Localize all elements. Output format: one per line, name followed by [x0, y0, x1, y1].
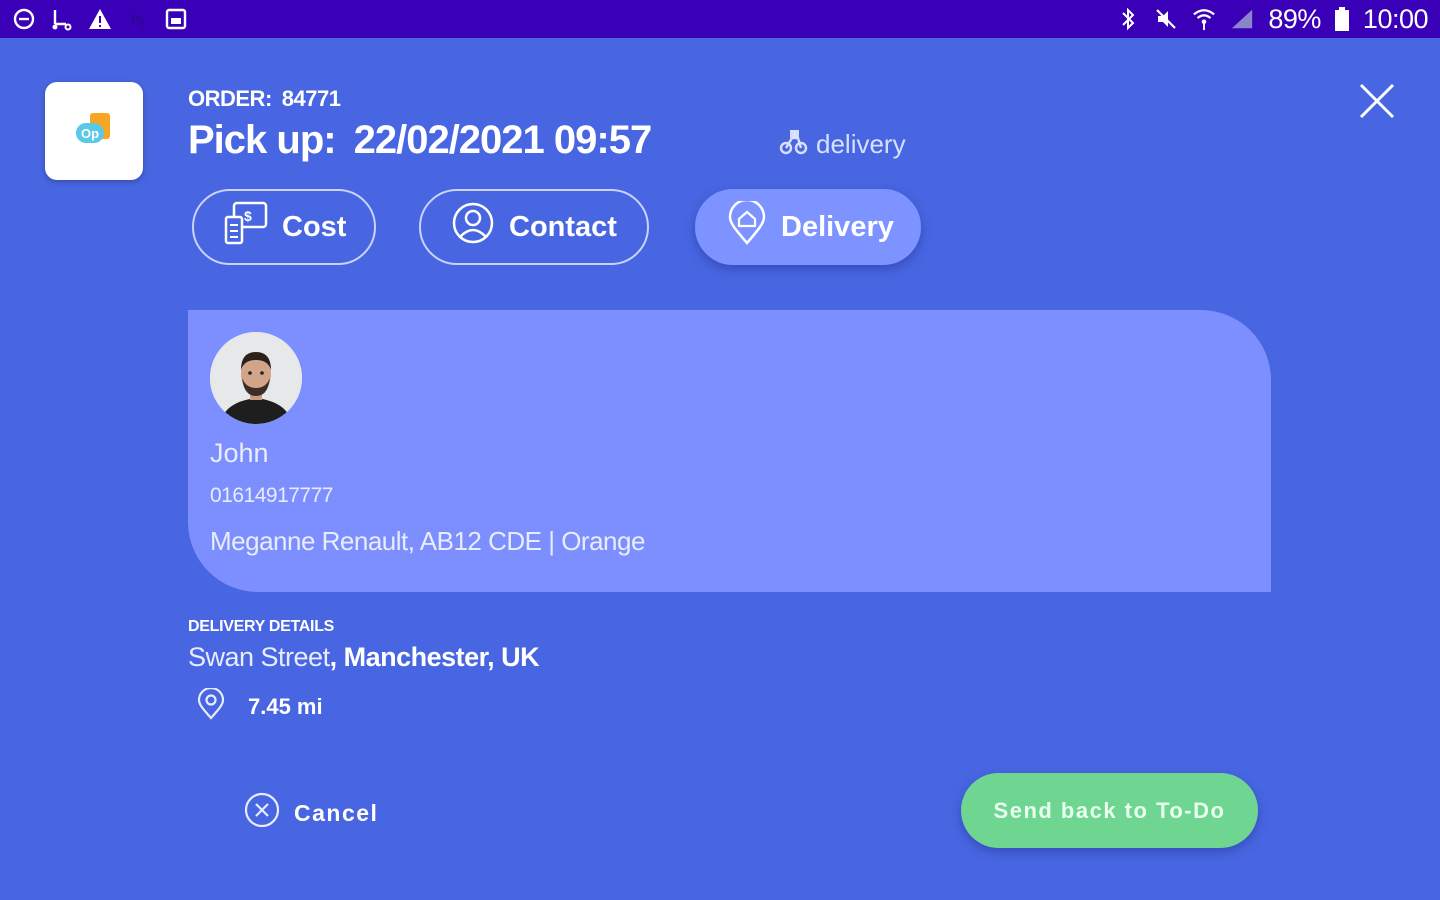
tab-delivery[interactable]: Delivery: [695, 189, 921, 265]
svg-text:$: $: [244, 208, 252, 224]
service-type-tag: delivery: [778, 126, 906, 163]
delivery-location-icon: [727, 198, 767, 253]
status-bar-left: Py: [12, 7, 188, 31]
order-line: ORDER: 84771: [188, 86, 350, 112]
app-icon: Py: [126, 7, 150, 31]
warning-icon: [88, 7, 112, 31]
delivery-service-icon: [778, 126, 808, 163]
svg-text:Py: Py: [131, 13, 145, 27]
mute-icon: [1154, 7, 1178, 31]
contact-phone[interactable]: 01614917777: [210, 484, 333, 508]
wifi-icon: [1192, 7, 1216, 31]
app-logo: Op: [45, 82, 143, 180]
tab-cost-label: Cost: [282, 210, 347, 243]
svg-text:Op: Op: [81, 126, 99, 141]
scooter-icon: [50, 7, 74, 31]
pickup-datetime: 22/02/2021 09:57: [353, 118, 653, 162]
tab-contact-label: Contact: [509, 210, 617, 243]
pickup-line: Pick up: 22/02/2021 09:57: [188, 118, 653, 163]
location-pin-icon: [196, 686, 226, 726]
cancel-label: Cancel: [294, 799, 379, 826]
close-button[interactable]: [1356, 80, 1398, 122]
cancel-button[interactable]: Cancel: [244, 792, 378, 834]
order-label: ORDER:: [188, 86, 272, 111]
cost-icon: $: [224, 201, 268, 253]
delivery-distance: 7.45 mi: [196, 686, 323, 726]
delivery-details-heading: DELIVERY DETAILS: [188, 618, 335, 635]
cancel-icon: [244, 792, 280, 834]
signal-icon: [1230, 7, 1254, 31]
pickup-label: Pick up:: [188, 118, 337, 162]
address-street: Swan Street: [188, 642, 330, 672]
address-city: , Manchester, UK: [329, 642, 540, 672]
tab-contact[interactable]: Contact: [419, 189, 649, 265]
tab-cost[interactable]: $ Cost: [192, 189, 376, 265]
clock: 10:00: [1362, 3, 1429, 34]
app-logo-icon: Op: [76, 113, 110, 143]
contact-name: John: [210, 438, 269, 468]
contact-card: John 01614917777 Meganne Renault, AB12 C…: [188, 310, 1271, 592]
distance-value: 7.45 mi: [248, 694, 323, 719]
send-back-to-todo-button[interactable]: Send back to To-Do: [961, 773, 1258, 848]
order-number: 84771: [281, 86, 341, 111]
image-icon: [164, 7, 188, 31]
contact-icon: [451, 201, 495, 253]
battery-icon: [1334, 7, 1349, 31]
send-back-label: Send back to To-Do: [993, 797, 1226, 823]
close-icon: [1359, 83, 1395, 119]
tab-delivery-label: Delivery: [781, 210, 894, 243]
avatar: [210, 332, 302, 424]
status-bar: Py 89% 10:00: [0, 0, 1440, 38]
status-bar-right: 89% 10:00: [1116, 3, 1429, 35]
service-type-label: delivery: [816, 129, 906, 159]
bluetooth-icon: [1116, 7, 1140, 31]
delivery-address: Swan Street, Manchester, UK: [188, 642, 540, 673]
driver-photo: [210, 332, 302, 424]
do-not-disturb-icon: [12, 7, 36, 31]
vehicle-info: Meganne Renault, AB12 CDE | Orange: [210, 526, 645, 556]
battery-percentage: 89%: [1268, 3, 1321, 34]
